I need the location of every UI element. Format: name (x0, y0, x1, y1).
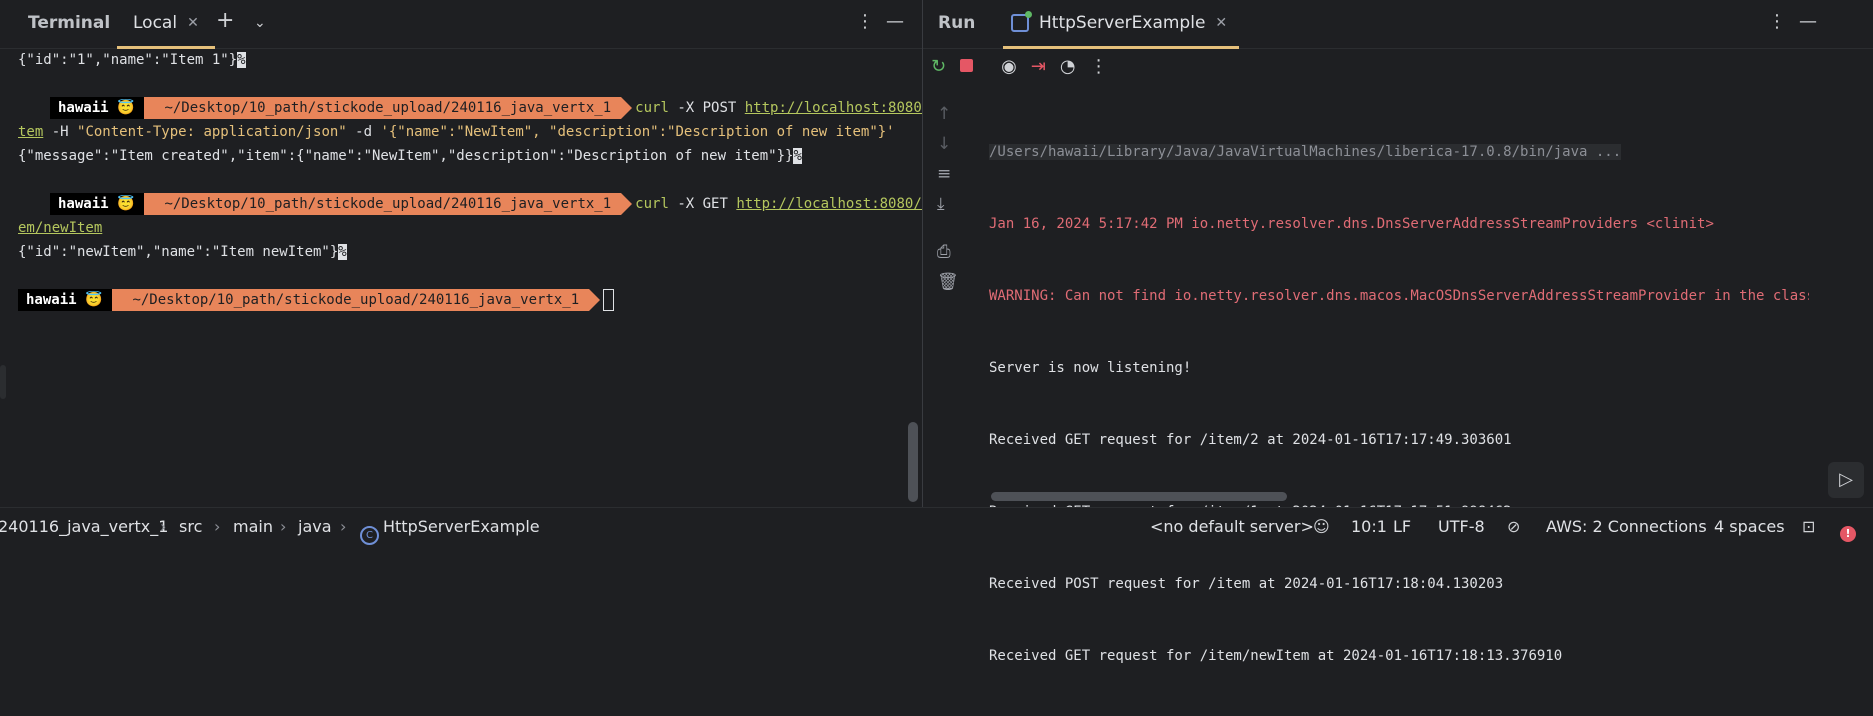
copilot-icon[interactable]: ☺ (1313, 517, 1330, 536)
console-line: Jan 16, 2024 5:17:42 PM io.netty.resolve… (989, 216, 1714, 232)
prompt-line: hawaii 😇 ~/Desktop/10_path/stickode_uploa… (18, 288, 615, 312)
more-vertical-icon[interactable]: ⋮ (1090, 56, 1108, 77)
link[interactable]: tem (18, 124, 43, 140)
chevron-down-icon[interactable]: ⌄ (254, 15, 266, 31)
profiler-icon[interactable]: ◔ (1060, 56, 1076, 77)
server-status[interactable]: <no default server> (1150, 517, 1314, 536)
terminal-tabbar: Terminal Local ✕ + ⌄ ⋮ — (0, 0, 922, 49)
scroll-to-end-icon[interactable]: ⤓ (937, 194, 945, 214)
terminal-panel: Terminal Local ✕ + ⌄ ⋮ — {"id":"1","name… (0, 0, 939, 507)
console-line: Received POST request for /item at 2024-… (989, 576, 1504, 592)
console-line: Server is now listening! (989, 360, 1192, 376)
plus-icon[interactable]: + (216, 8, 234, 33)
chevron-right-icon: › (214, 517, 221, 536)
prompt-line: hawaii 😇 ~/Desktop/10_path/stickode_uploa… (50, 192, 939, 216)
link[interactable]: em/newItem (18, 220, 102, 236)
run-widget-icon[interactable]: ▷ (1828, 462, 1864, 498)
print-icon[interactable]: ⎙ (937, 242, 951, 262)
output-line: {"message":"Item created","item":{"name"… (18, 148, 802, 164)
console-hscrollbar[interactable] (991, 492, 1287, 501)
console-line: Received GET request for /item/newItem a… (989, 648, 1563, 664)
indent-setting[interactable]: 4 spaces (1714, 517, 1785, 536)
trash-icon[interactable]: 🗑 (937, 272, 959, 292)
exit-icon[interactable]: ⇥ (1031, 56, 1046, 77)
run-tabbar: Run HttpServerExample ✕ ⋮ — (923, 0, 1873, 49)
console-line: WARNING: Can not find io.netty.resolver.… (989, 288, 1809, 304)
breadcrumb-class[interactable]: HttpServerExample (383, 517, 540, 536)
minimize-icon[interactable]: — (1799, 11, 1817, 32)
breadcrumb-main[interactable]: main (233, 517, 273, 536)
eye-off-icon[interactable]: ⊘ (1507, 517, 1520, 536)
output-line: {"id":"1","name":"Item 1"}% (18, 52, 246, 68)
line-separator[interactable]: LF (1393, 517, 1411, 536)
prompt-path: ~/Desktop/10_path/stickode_upload/240116… (112, 289, 600, 311)
console-line: /Users/hawaii/Library/Java/JavaVirtualMa… (989, 144, 1622, 160)
tab-local-label: Local (133, 13, 178, 33)
prompt-path: ~/Desktop/10_path/stickode_upload/240116… (144, 97, 632, 119)
run-side-toolbar: ↑ ↓ ≡ ⤓ ⎙ 🗑 (923, 48, 971, 507)
breadcrumb-project[interactable]: 240116_java_vertx_1 (0, 517, 168, 536)
chevron-right-icon: › (280, 517, 287, 536)
prompt-line: hawaii 😇 ~/Desktop/10_path/stickode_uploa… (50, 96, 939, 120)
command-line: tem -H "Content-Type: application/json" … (18, 124, 895, 140)
console-line: Received GET request for /item/2 at 2024… (989, 432, 1512, 448)
minimize-icon[interactable]: — (886, 11, 904, 32)
command-line: em/newItem (18, 216, 102, 240)
breadcrumb-src[interactable]: src (179, 517, 202, 536)
terminal-cursor (603, 289, 615, 311)
tab-httpserverexample[interactable]: HttpServerExample ✕ (1003, 0, 1240, 49)
arrow-up-icon[interactable]: ↑ (937, 104, 951, 124)
tab-local[interactable]: Local ✕ (117, 0, 215, 49)
cursor-position[interactable]: 10:1 (1351, 517, 1387, 536)
camera-icon[interactable]: ◉ (1001, 56, 1017, 77)
terminal-title: Terminal (28, 13, 111, 33)
terminal-scrollbar[interactable] (908, 422, 918, 502)
aws-connections[interactable]: AWS: 2 Connections (1546, 517, 1707, 536)
prompt-path: ~/Desktop/10_path/stickode_upload/240116… (144, 193, 632, 215)
breadcrumb-java[interactable]: java (298, 517, 332, 536)
prompt-user: hawaii 😇 (50, 193, 160, 215)
lock-icon[interactable]: ⊡ (1802, 517, 1815, 536)
soft-wrap-icon[interactable]: ≡ (937, 164, 951, 184)
close-icon[interactable]: ✕ (187, 15, 199, 31)
link[interactable]: http://localhost:8080/i (745, 100, 939, 116)
chevron-right-icon: › (340, 517, 347, 536)
output-line: {"id":"newItem","name":"Item newItem"}% (18, 244, 347, 260)
status-bar: 240116_java_vertx_1 › src › main › java … (0, 507, 1873, 545)
arrow-down-icon[interactable]: ↓ (937, 134, 951, 154)
more-vertical-icon[interactable]: ⋮ (1768, 11, 1786, 32)
prompt-user: hawaii 😇 (50, 97, 160, 119)
file-encoding[interactable]: UTF-8 (1438, 517, 1485, 536)
run-panel: Run HttpServerExample ✕ ⋮ — ↻ ◉ ⇥ ◔ ⋮ ↑ … (923, 0, 1873, 664)
run-console[interactable]: /Users/hawaii/Library/Java/JavaVirtualMa… (989, 92, 1809, 716)
chevron-right-icon: › (160, 517, 167, 536)
tab-run-label: HttpServerExample (1039, 13, 1206, 33)
close-icon[interactable]: ✕ (1215, 15, 1227, 31)
more-vertical-icon[interactable]: ⋮ (856, 11, 874, 32)
side-handle[interactable] (0, 365, 6, 399)
prompt-user: hawaii 😇 (18, 289, 128, 311)
link[interactable]: http://localhost:8080/it (736, 196, 938, 212)
run-config-icon (1011, 11, 1032, 32)
run-title: Run (938, 13, 976, 33)
